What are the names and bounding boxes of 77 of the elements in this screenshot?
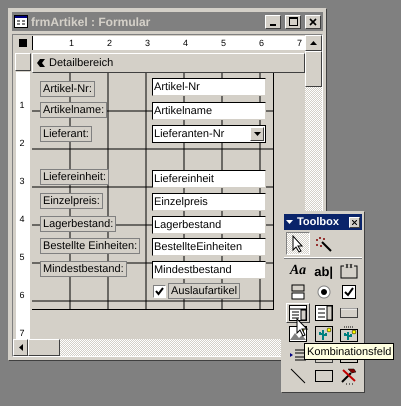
ruler-number: 5 (221, 37, 226, 49)
close-button[interactable] (305, 14, 321, 28)
field-label[interactable]: Artikelname: (40, 102, 108, 118)
close-icon (352, 220, 357, 224)
radio-icon (316, 285, 331, 299)
ruler-number: 6 (20, 290, 25, 300)
maximize-icon (288, 17, 298, 26)
text-field[interactable]: Mindestbestand (152, 261, 266, 279)
ruler-number: 2 (20, 138, 25, 148)
listbox-icon (314, 305, 333, 321)
tooltip: Kombinationsfeld (304, 343, 394, 360)
ruler-number: 2 (107, 37, 112, 49)
checkbox-icon (342, 285, 356, 299)
ruler-number: 4 (183, 37, 188, 49)
minimize-button[interactable] (265, 14, 281, 28)
text-field[interactable]: Artikel-Nr (152, 78, 266, 96)
ruler-number: 1 (69, 37, 74, 49)
form-icon (14, 15, 28, 28)
ruler-number: 1 (20, 100, 25, 110)
magic-wand-icon (314, 236, 332, 252)
label-tool-icon: Aa (290, 264, 306, 278)
menu-arrow-icon (286, 220, 293, 224)
left-arrow-icon (18, 344, 22, 351)
button-icon (340, 308, 358, 318)
section-icon (36, 58, 46, 68)
rectangle-icon (314, 370, 333, 382)
checkbox[interactable] (153, 284, 166, 298)
scroll-left-button[interactable] (13, 339, 28, 356)
ruler-number: 4 (20, 214, 25, 224)
ruler-number: 5 (20, 252, 25, 262)
checkbox-label[interactable]: Auslaufartikel (168, 283, 240, 299)
field-label[interactable]: Artikel-Nr: (40, 81, 95, 97)
scroll-thumb[interactable] (305, 51, 322, 87)
field-label[interactable]: Mindestbestand: (40, 261, 127, 277)
tool-button[interactable]: Aa (286, 261, 310, 281)
line-icon (290, 368, 306, 384)
toolbox-title: Toolbox (297, 214, 339, 230)
textbox-tool-icon: ab| (314, 264, 334, 278)
section-selector[interactable] (14, 53, 30, 71)
ruler-number: 7 (297, 37, 302, 49)
close-icon (309, 18, 317, 26)
ruler-number: 7 (20, 328, 25, 338)
ruler-number: 3 (145, 37, 150, 49)
text-field[interactable]: Artikelname (152, 102, 266, 120)
up-arrow-icon (310, 41, 317, 45)
cactus-icon (314, 326, 333, 342)
scroll-thumb[interactable] (28, 339, 60, 356)
minimize-icon (270, 24, 276, 26)
text-field[interactable]: BestellteEinheiten (152, 238, 266, 256)
toggle-icon (291, 284, 305, 300)
cactus-frame-icon (340, 326, 358, 342)
field-label[interactable]: Liefereinheit: (40, 169, 109, 185)
tools-icon (340, 367, 358, 385)
combo-field[interactable]: Lieferanten-Nr (152, 125, 266, 143)
tool-button[interactable]: ab| (312, 261, 336, 281)
frame-icon (340, 263, 358, 279)
text-field[interactable]: Liefereinheit (152, 170, 266, 188)
field-label[interactable]: Lieferant: (40, 126, 92, 142)
ruler-number: 3 (20, 176, 25, 186)
combobox-icon (289, 305, 307, 321)
tool-button[interactable] (286, 232, 310, 255)
pointer-icon (292, 234, 304, 252)
page-break-icon (289, 347, 307, 363)
maximize-button[interactable] (285, 14, 301, 28)
section-header[interactable]: Detailbereich (32, 53, 305, 73)
field-label[interactable]: Lagerbestand: (40, 216, 116, 232)
text-field[interactable]: Lagerbestand (152, 216, 266, 234)
field-label[interactable]: Bestellte Einheiten: (40, 238, 140, 254)
window-title: frmArtikel : Formular (31, 14, 150, 30)
ruler-number: 6 (259, 37, 264, 49)
text-field[interactable]: Einzelpreis (152, 193, 266, 211)
section-title: Detailbereich (49, 56, 114, 71)
close-button[interactable] (349, 216, 360, 228)
form-selector[interactable] (18, 39, 26, 47)
mouse-cursor-icon (296, 318, 308, 337)
field-label[interactable]: Einzelpreis: (40, 193, 103, 209)
scroll-up-button[interactable] (305, 35, 322, 51)
